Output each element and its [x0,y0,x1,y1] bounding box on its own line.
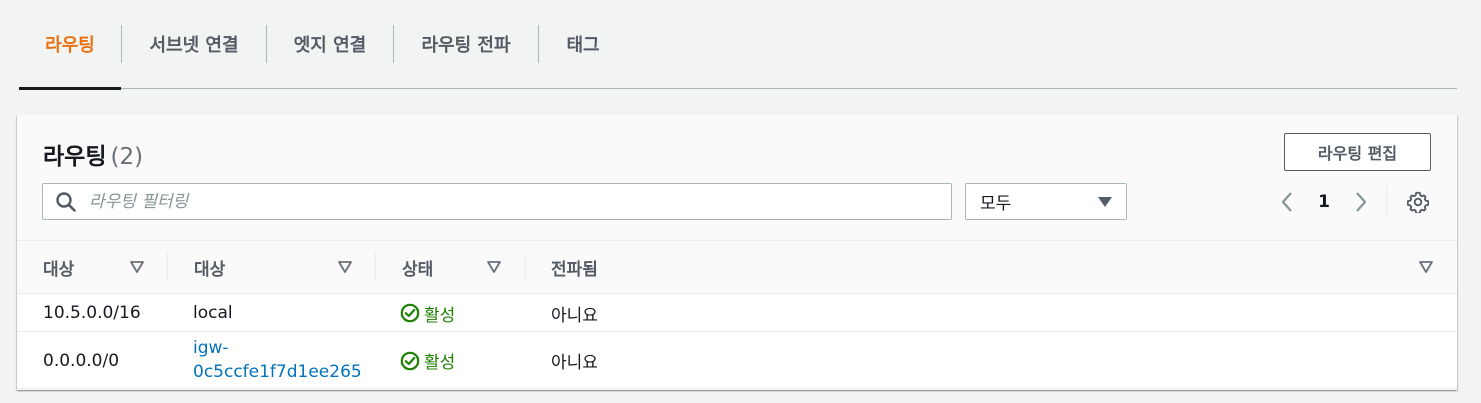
edit-routes-button[interactable]: 라우팅 편집 [1284,133,1431,171]
column-label: 상태 [402,260,434,280]
panel-title: 라우팅 (2) [43,137,143,171]
chevron-right-icon[interactable] [1349,190,1373,214]
tab-edge-associations[interactable]: 엣지 연결 [267,0,393,88]
tab-label: 라우팅 전파 [421,35,511,56]
destination-cell: 10.5.0.0/16 [43,303,141,323]
column-label: 전파됨 [551,260,598,280]
status-cell: 활성 [400,332,455,389]
route-count: (2) [110,144,144,170]
sort-icon[interactable] [1419,260,1433,274]
tab-subnet-associations[interactable]: 서브넷 연결 [122,0,266,88]
panel-title-text: 라우팅 [43,144,107,170]
tab-label: 라우팅 [45,35,95,56]
filter-select[interactable]: 모두 [965,183,1127,220]
status-text: 활성 [424,305,456,326]
check-circle-icon [400,303,420,323]
route-filter[interactable] [42,183,952,220]
table-row: 0.0.0.0/0 igw- 0c5ccfe1f7d1ee265 활성 아니요 [17,332,1457,389]
sort-icon[interactable] [487,260,501,274]
column-label: 대상 [43,260,75,280]
target-cell: local [193,303,233,323]
chevron-left-icon[interactable] [1275,190,1299,214]
column-divider [167,253,168,281]
filter-select-value: 모두 [980,194,1012,214]
tab-routes[interactable]: 라우팅 [19,0,121,90]
column-header-destination[interactable]: 대상 [43,241,74,294]
tab-tags[interactable]: 태그 [539,0,627,88]
table-row: 10.5.0.0/16 local 활성 아니요 [17,294,1457,332]
propagated-cell: 아니요 [551,305,598,326]
tab-label: 태그 [566,35,600,56]
tab-route-propagation[interactable]: 라우팅 전파 [394,0,538,88]
column-divider [525,253,526,281]
search-input[interactable] [89,191,889,212]
edit-routes-label: 라우팅 편집 [1317,144,1398,163]
sort-icon[interactable] [338,260,352,274]
pagination: 1 [1275,187,1373,217]
panel-header: 라우팅(2) 라우팅 편집 모두 1 [17,115,1457,241]
check-circle-icon [400,351,420,370]
pager-divider [1386,185,1387,219]
column-header-propagated[interactable]: 전파됨 [551,241,598,294]
target-link-line: igw- [193,338,229,358]
column-header-status[interactable]: 상태 [402,241,433,294]
target-link-line: 0c5ccfe1f7d1ee265 [193,362,362,382]
sort-icon[interactable] [130,260,144,274]
status-cell: 활성 [400,294,455,332]
propagated-cell: 아니요 [551,353,598,373]
table-header: 대상 대상 상태 전파됨 [17,241,1457,294]
column-label: 대상 [194,260,226,280]
tab-label: 서브넷 연결 [149,35,239,56]
tab-label: 엣지 연결 [293,35,367,56]
current-page[interactable]: 1 [1299,192,1349,212]
chevron-down-icon [1098,196,1112,207]
column-header-target[interactable]: 대상 [194,241,225,294]
column-divider [375,253,376,281]
routes-panel: 라우팅(2) 라우팅 편집 모두 1 [17,115,1457,390]
tab-bar: 라우팅 서브넷 연결 엣지 연결 라우팅 전파 태그 [19,0,1457,90]
destination-cell: 0.0.0.0/0 [43,350,120,371]
search-icon [56,191,76,212]
internet-gateway-link[interactable]: igw- 0c5ccfe1f7d1ee265 [193,336,373,384]
status-text: 활성 [424,353,456,373]
gear-icon[interactable] [1407,191,1429,213]
